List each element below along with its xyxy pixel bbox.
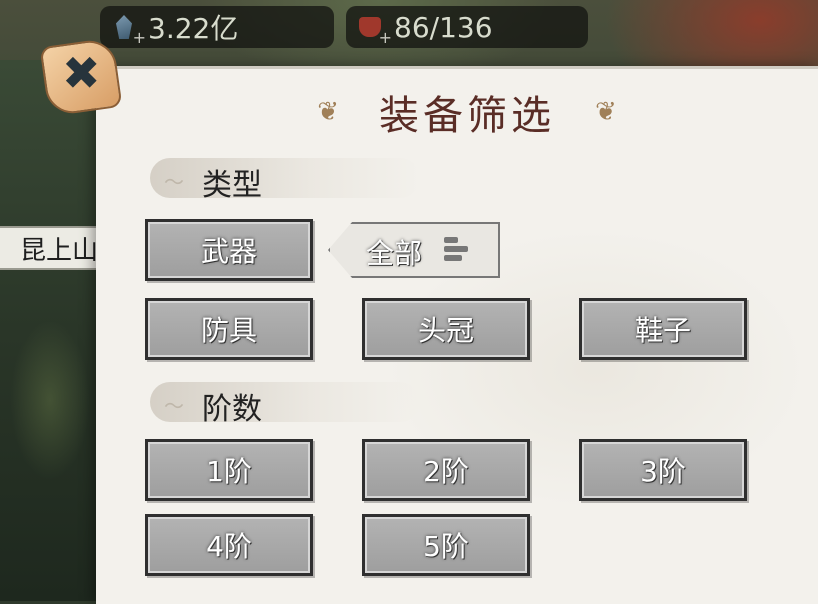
tier-4-button[interactable]: 4阶 [145, 514, 313, 576]
tier-5-button[interactable]: 5阶 [362, 514, 530, 576]
type-weapon-button[interactable]: 武器 [145, 219, 313, 281]
tier-3-button[interactable]: 3阶 [579, 439, 747, 501]
swoosh-icon: 〜 [164, 170, 184, 194]
ornament-right-icon: ❦ [595, 97, 617, 127]
stamina-counter[interactable]: + 86/136 [346, 6, 588, 48]
type-all-selector[interactable]: 全部 [328, 222, 500, 278]
tier-1-button[interactable]: 1阶 [145, 439, 313, 501]
selector-label: 全部 [366, 237, 423, 270]
stamina-icon: + [356, 13, 392, 47]
title-text: 装备筛选 [379, 93, 555, 139]
close-icon: ✖ [62, 46, 101, 100]
type-armor-button[interactable]: 防具 [145, 298, 313, 360]
type-section-label: 类型 [202, 168, 262, 203]
type-shoes-button[interactable]: 鞋子 [579, 298, 747, 360]
close-button[interactable]: ✖ [39, 36, 130, 117]
tier-2-button[interactable]: 2阶 [362, 439, 530, 501]
swoosh-icon: 〜 [164, 394, 184, 418]
stamina-value: 86/136 [394, 10, 493, 44]
gem-value: 3.22亿 [148, 12, 239, 45]
list-icon [444, 234, 472, 266]
tier-section-header: 〜 阶数 [150, 382, 420, 427]
type-helmet-button[interactable]: 头冠 [362, 298, 530, 360]
ornament-left-icon: ❦ [317, 97, 339, 127]
side-location-label: 昆上山 [0, 226, 104, 270]
type-section-header: 〜 类型 [150, 158, 420, 203]
panel-title: ❦ 装备筛选 ❦ [272, 84, 662, 140]
gem-counter[interactable]: + 3.22亿 [100, 6, 334, 48]
tier-section-label: 阶数 [202, 392, 262, 427]
scene-strip [0, 60, 100, 601]
